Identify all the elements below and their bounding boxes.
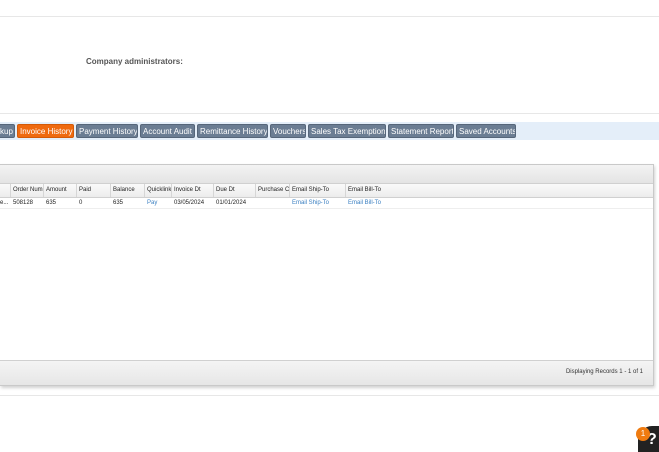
column-header-paid[interactable]: Paid <box>77 184 111 197</box>
bottom-divider <box>0 395 659 396</box>
tab-payment-history[interactable]: Payment History <box>76 124 138 138</box>
top-divider <box>0 16 659 17</box>
email-ship-to-link[interactable]: Email Ship-To <box>290 198 346 208</box>
company-administrators-label: Company administrators: <box>86 57 183 66</box>
cell-order-num: 508128 <box>13 200 34 206</box>
tab-vouchers[interactable]: Vouchers <box>270 124 306 138</box>
tab-saved-accounts[interactable]: Saved Accounts <box>456 124 516 138</box>
column-header-email-bill-to[interactable]: Email Bill-To <box>346 184 653 197</box>
record-count: Displaying Records 1 - 1 of 1 <box>565 369 643 375</box>
cell-truncated: e... <box>0 200 9 206</box>
cell-balance: 635 <box>113 200 124 206</box>
cell-invoice-dt: 03/05/2024 <box>174 200 205 206</box>
column-header-first[interactable] <box>0 184 11 197</box>
grid-header: Order Num Amount Paid Balance Quicklink … <box>0 184 653 198</box>
column-header-email-ship-to[interactable]: Email Ship-To <box>290 184 346 197</box>
cell-purchase-order <box>256 198 290 208</box>
tab-statement-report[interactable]: Statement Report <box>388 124 454 138</box>
column-header-due-dt[interactable]: Due Dt <box>214 184 256 197</box>
pay-link[interactable]: Pay <box>145 198 172 208</box>
email-bill-to-link[interactable]: Email Bill-To <box>346 198 426 208</box>
cell-amount: 635 <box>46 200 57 206</box>
grid-footer: Displaying Records 1 - 1 of 1 <box>0 360 653 385</box>
tab-invoice-history[interactable]: Invoice History <box>17 124 74 138</box>
notification-badge[interactable]: 1 <box>636 427 650 441</box>
tab-bar: kup Invoice History Payment History Acco… <box>0 122 659 140</box>
grid-toolbar <box>0 165 653 184</box>
cell-due-dt: 01/01/2024 <box>216 200 247 206</box>
table-row[interactable]: e... 508128 635 0 635 Pay 03/05/2024 01/… <box>0 198 653 209</box>
column-header-order-num[interactable]: Order Num <box>11 184 44 197</box>
tab-lookup[interactable]: kup <box>0 124 15 138</box>
section-divider <box>0 113 659 114</box>
cell-paid: 0 <box>79 200 83 206</box>
tab-sales-tax-exemptions[interactable]: Sales Tax Exemptions <box>308 124 386 138</box>
tab-account-audit[interactable]: Account Audit <box>140 124 195 138</box>
column-header-balance[interactable]: Balance <box>111 184 145 197</box>
invoice-history-grid: Order Num Amount Paid Balance Quicklink … <box>0 164 654 386</box>
tab-remittance-history[interactable]: Remittance History <box>197 124 268 138</box>
column-header-quicklink[interactable]: Quicklink <box>145 184 172 197</box>
column-header-amount[interactable]: Amount <box>44 184 77 197</box>
column-header-invoice-dt[interactable]: Invoice Dt <box>172 184 214 197</box>
column-header-purchase-order[interactable]: Purchase C <box>256 184 290 197</box>
